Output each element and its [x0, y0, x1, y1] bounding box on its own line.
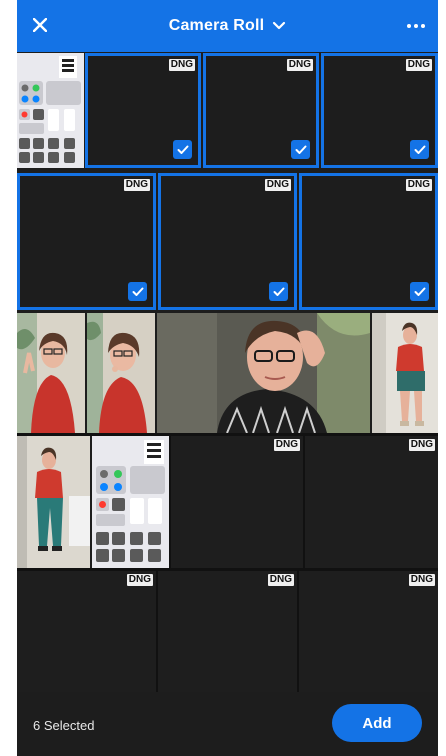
grid-cell-photo[interactable]: [157, 313, 370, 433]
control-center-screenshot-thumbnail: [92, 436, 169, 568]
grid-cell-dng-selected[interactable]: DNG: [321, 53, 438, 168]
portrait-photo-thumbnail: [87, 313, 155, 433]
grid-cell-dng[interactable]: DNG: [299, 571, 438, 693]
checkmark-icon: [291, 140, 310, 159]
dng-badge: DNG: [273, 439, 300, 451]
checkmark-icon: [410, 140, 429, 159]
grid-divider: [303, 436, 305, 568]
grid-cell-dng[interactable]: DNG: [158, 571, 297, 693]
dng-badge: DNG: [405, 179, 432, 191]
full-body-photo-thumbnail: [17, 436, 90, 568]
dng-badge: DNG: [126, 574, 153, 586]
checkmark-icon: [269, 282, 288, 301]
grid-cell-photo[interactable]: [87, 313, 155, 433]
dng-badge: DNG: [286, 59, 313, 71]
grid-cell-dng[interactable]: DNG: [305, 436, 438, 568]
checkmark-icon: [173, 140, 192, 159]
grid-cell-photo[interactable]: [372, 313, 438, 433]
grid-cell-dng-selected[interactable]: DNG: [299, 173, 438, 310]
full-body-photo-thumbnail: [372, 313, 438, 433]
grid-cell-photo[interactable]: [17, 313, 85, 433]
grid-divider: [169, 436, 171, 568]
dng-badge: DNG: [405, 59, 432, 71]
grid-divider: [17, 568, 438, 571]
footer-bar: 6 Selected Add: [17, 692, 438, 756]
grid-cell-dng-selected[interactable]: DNG: [85, 53, 201, 168]
control-center-screenshot-thumbnail: [17, 53, 84, 168]
grid-cell-screenshot[interactable]: [17, 53, 84, 168]
chevron-down-icon: [273, 21, 286, 30]
album-title: Camera Roll: [168, 17, 265, 34]
selfie-photo-thumbnail: [157, 313, 370, 433]
dng-badge: DNG: [267, 574, 294, 586]
dng-badge: DNG: [408, 574, 435, 586]
more-horizontal-icon: [407, 24, 425, 28]
grid-divider: [297, 571, 299, 693]
grid-cell-dng-selected[interactable]: DNG: [203, 53, 319, 168]
selected-count-label: 6 Selected: [33, 718, 95, 733]
grid-divider: [156, 571, 158, 693]
grid-cell-photo[interactable]: [17, 436, 90, 568]
portrait-photo-thumbnail: [17, 313, 85, 433]
album-selector[interactable]: Camera Roll: [17, 0, 438, 52]
checkmark-icon: [128, 282, 147, 301]
add-button[interactable]: Add: [332, 704, 422, 742]
header-bar: Camera Roll: [17, 0, 438, 52]
dng-badge: DNG: [123, 179, 150, 191]
grid-cell-dng[interactable]: DNG: [17, 571, 156, 693]
grid-cell-dng[interactable]: DNG: [171, 436, 303, 568]
camera-roll-picker: Camera Roll DNG DNG DNG DNG DNG DNG DNG …: [17, 0, 438, 756]
grid-cell-dng-selected[interactable]: DNG: [158, 173, 297, 310]
checkmark-icon: [410, 282, 429, 301]
grid-cell-screenshot[interactable]: [92, 436, 169, 568]
grid-divider: [17, 433, 438, 436]
dng-badge: DNG: [264, 179, 291, 191]
dng-badge: DNG: [168, 59, 195, 71]
more-options-button[interactable]: [402, 14, 430, 38]
dng-badge: DNG: [408, 439, 435, 451]
grid-cell-dng-selected[interactable]: DNG: [17, 173, 156, 310]
